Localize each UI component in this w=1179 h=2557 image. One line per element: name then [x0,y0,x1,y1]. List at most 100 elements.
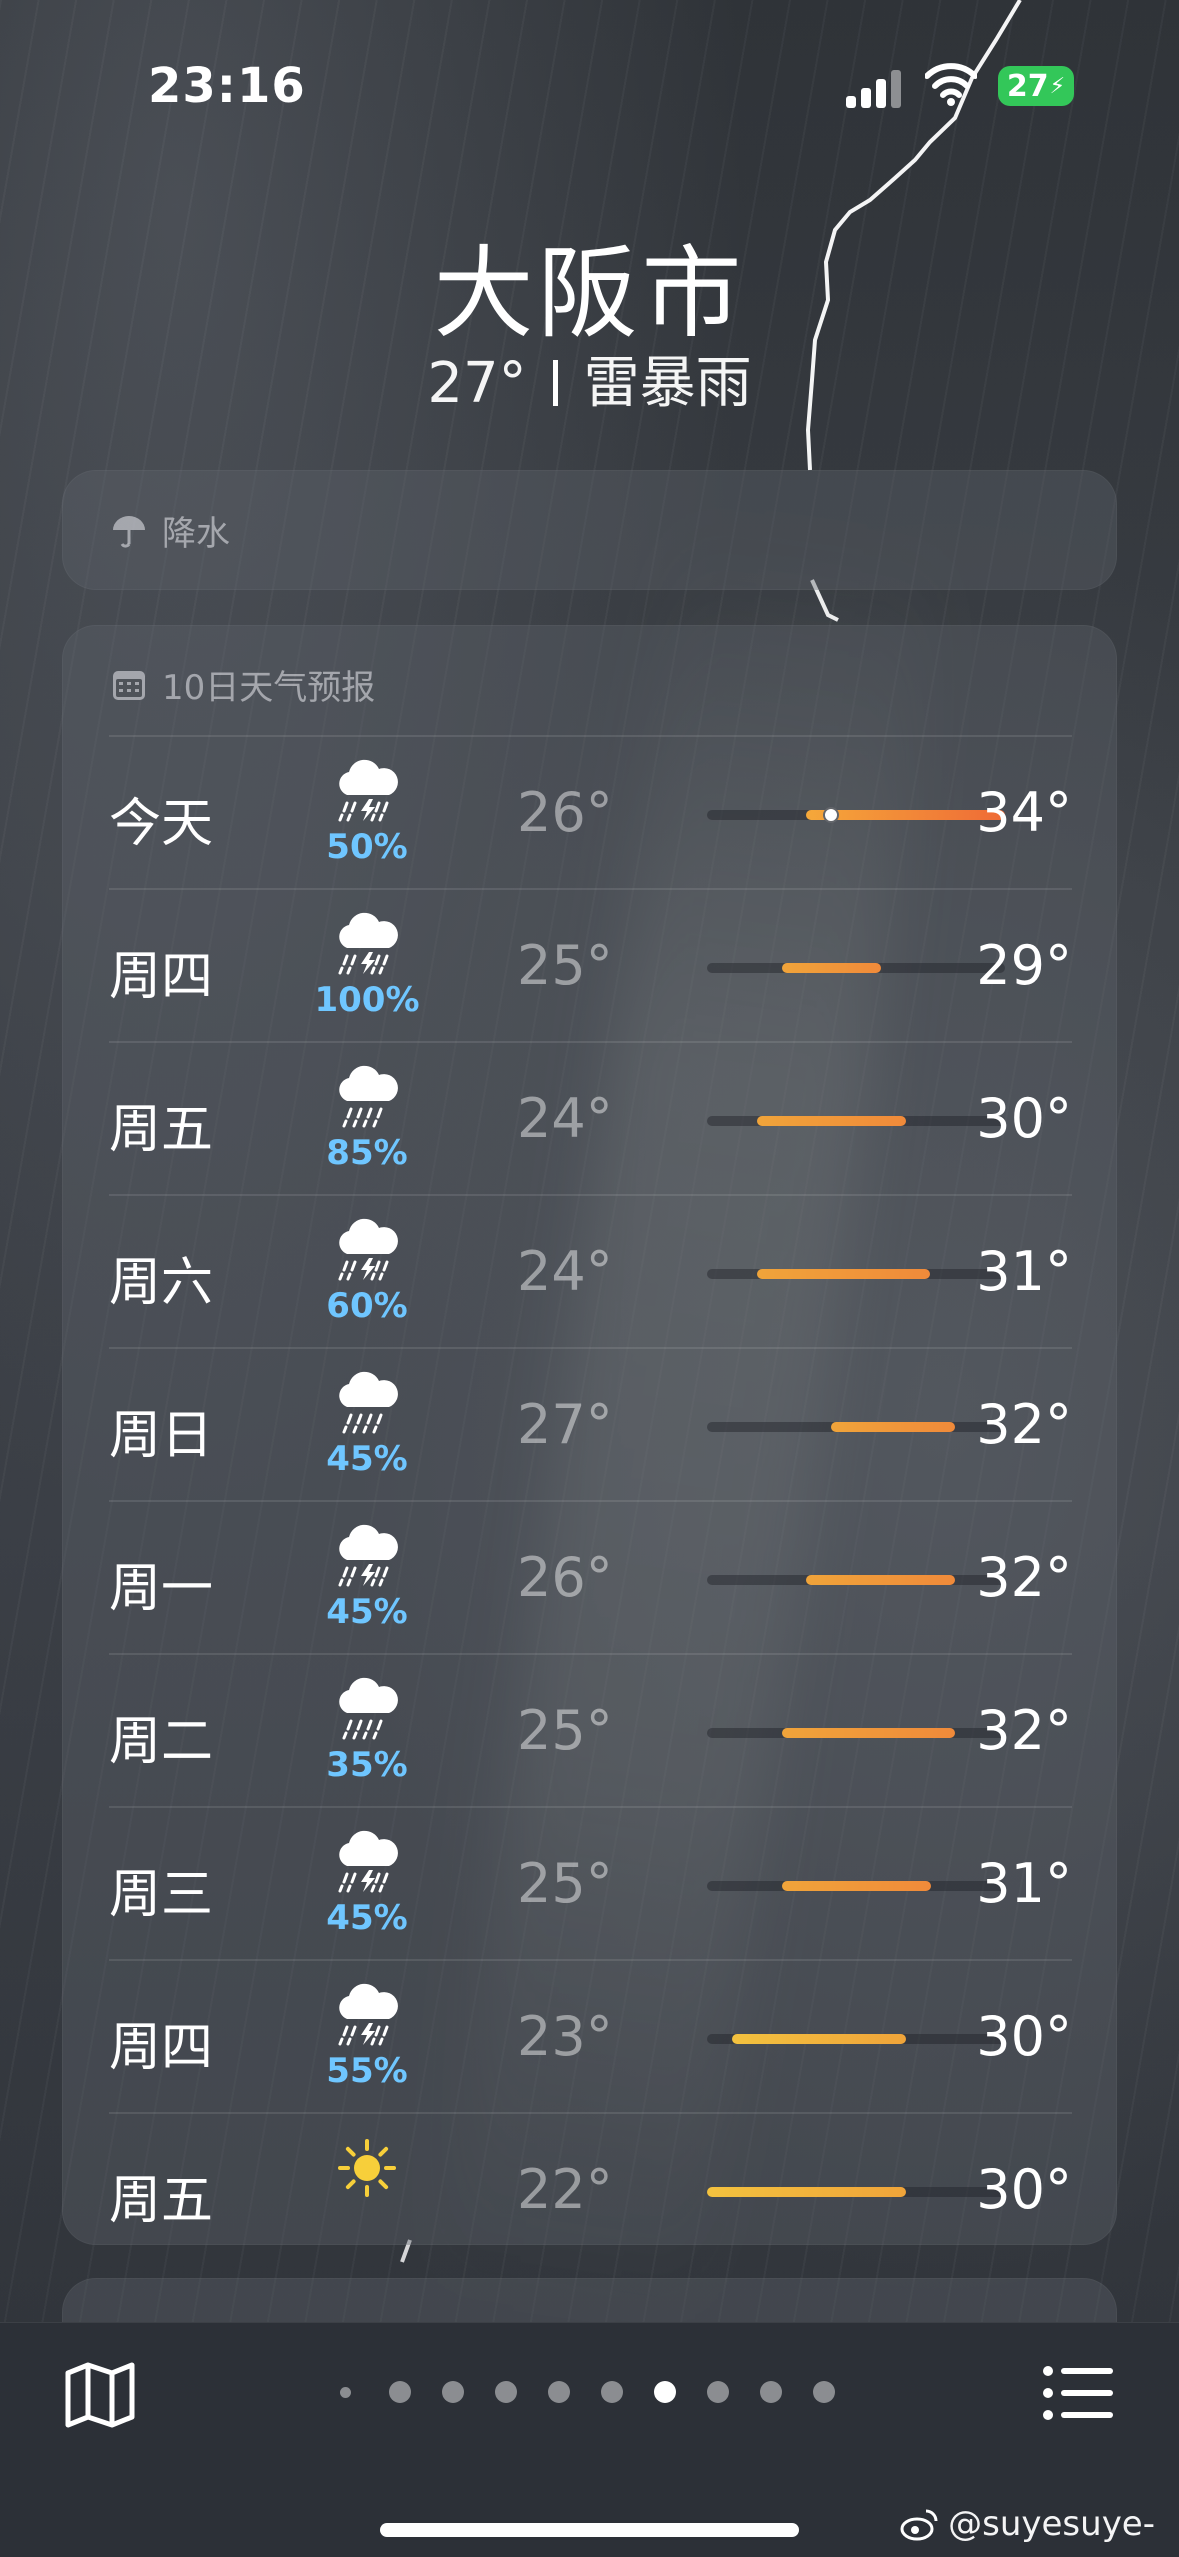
temperature-range-fill [806,1575,956,1585]
high-temperature: 30° [976,2158,1072,2221]
temperature-range-fill [781,963,881,973]
thunderstorm-icon [327,1520,407,1590]
ten-day-forecast-card[interactable]: 10日天气预报 今天 50% 26° 34° 周四 100% 25° 29° 周五 85% 24° 3… [62,625,1117,2245]
low-temperature: 26° [517,781,613,844]
thunderstorm-icon [327,908,407,978]
list-icon[interactable] [1043,2365,1113,2421]
precipitation-chance: 35% [326,1745,408,1785]
page-dot[interactable] [442,2381,464,2403]
high-temperature: 31° [976,1852,1072,1915]
battery-level: 27 [1006,68,1049,104]
current-temperature-dot [823,807,840,823]
precipitation-chance: 55% [326,2051,408,2091]
page-dot[interactable] [707,2381,729,2403]
watermark: @suyesuye- [900,2504,1155,2544]
status-time: 23:16 [148,58,306,114]
separator [552,360,558,406]
page-dot[interactable] [760,2381,782,2403]
precipitation-chance: 45% [326,1592,408,1632]
forecast-day: 周二 [109,1712,214,1772]
thunderstorm-icon [327,1826,407,1896]
page-dot[interactable] [813,2381,835,2403]
precipitation-chance: 45% [326,1439,408,1479]
temperature-range-bar [707,1116,1005,1126]
high-temperature: 32° [976,1393,1072,1456]
page-dot[interactable] [601,2381,623,2403]
forecast-row[interactable]: 周三 45% 25° 31° [109,1806,1072,1959]
temperature-range-fill [781,1728,956,1738]
status-bar: 23:16 27 ⚡ [0,0,1179,160]
temperature-range-fill [756,1269,931,1279]
temperature-range-fill [707,2187,906,2197]
forecast-row[interactable]: 周四 55% 23° 30° [109,1959,1072,2112]
sunny-icon [327,2132,407,2202]
forecast-day: 周四 [109,947,214,1007]
high-temperature: 34° [976,781,1072,844]
rain-icon [327,1673,407,1743]
current-condition: 雷暴雨 [583,351,752,416]
high-temperature: 30° [976,2005,1072,2068]
home-indicator[interactable] [380,2523,799,2537]
temperature-range-fill [731,2034,906,2044]
weibo-logo-icon [900,2509,938,2541]
umbrella-icon [113,515,145,548]
forecast-day: 周四 [109,2018,214,2078]
forecast-row[interactable]: 今天 50% 26° 34° [109,735,1072,888]
precipitation-card[interactable]: 降水 [62,470,1117,590]
precipitation-chance: 60% [326,1286,408,1326]
precipitation-chance: 100% [314,980,420,1020]
precipitation-card-header: 降水 [110,506,230,555]
low-temperature: 22° [517,2158,613,2221]
precipitation-chance: 50% [326,827,408,867]
wifi-icon [925,63,977,106]
low-temperature: 24° [517,1240,613,1303]
temperature-range-bar [707,1881,1005,1891]
temperature-range-bar [707,1728,1005,1738]
current-temperature: 27° [427,351,527,416]
forecast-row[interactable]: 周六 60% 24° 31° [109,1194,1072,1347]
rain-icon [327,1061,407,1131]
forecast-row[interactable]: 周二 35% 25° 32° [109,1653,1072,1806]
city-name: 大阪市 [433,235,746,352]
forecast-list: 今天 50% 26° 34° 周四 100% 25° 29° 周五 85% 24° 30° 周六 60% 2… [109,735,1072,2265]
rain-icon [327,1367,407,1437]
forecast-day: 周六 [109,1253,214,1313]
temperature-range-bar [707,807,1005,823]
temperature-range-bar [707,2034,1005,2044]
thunderstorm-icon [327,1214,407,1284]
forecast-card-title: 10日天气预报 [162,668,376,708]
forecast-card-header: 10日天气预报 [110,660,375,709]
temperature-range-bar [707,2187,1005,2197]
low-temperature: 25° [517,934,613,997]
page-dot[interactable] [389,2381,411,2403]
low-temperature: 27° [517,1393,613,1456]
temperature-range-bar [707,1575,1005,1585]
high-temperature: 32° [976,1546,1072,1609]
page-dot[interactable] [548,2381,570,2403]
temperature-range-fill [781,1881,931,1891]
low-temperature: 25° [517,1852,613,1915]
forecast-row[interactable]: 周五 85% 24° 30° [109,1041,1072,1194]
page-dot[interactable] [495,2381,517,2403]
temperature-range-fill [831,1422,956,1432]
forecast-row[interactable]: 周一 45% 26° 32° [109,1500,1072,1653]
forecast-row[interactable]: 周日 45% 27° 32° [109,1347,1072,1500]
forecast-row[interactable]: 周四 100% 25° 29° [109,888,1072,1041]
thunderstorm-night-icon [327,755,407,825]
charging-icon: ⚡ [1049,73,1066,99]
cellular-signal-icon [846,68,906,108]
forecast-row[interactable]: 周五 22° 30° [109,2112,1072,2265]
precipitation-chance: 85% [326,1133,408,1173]
low-temperature: 26° [517,1546,613,1609]
map-icon[interactable] [64,2359,136,2429]
precipitation-card-title: 降水 [162,514,230,554]
high-temperature: 32° [976,1699,1072,1762]
low-temperature: 24° [517,1087,613,1150]
temperature-range-bar [707,1422,1005,1432]
page-indicator[interactable] [340,2381,866,2403]
calendar-icon [113,670,145,700]
temperature-range-bar [707,1269,1005,1279]
high-temperature: 30° [976,1087,1072,1150]
location-arrow-dot[interactable] [340,2386,351,2398]
page-dot[interactable] [654,2381,676,2403]
